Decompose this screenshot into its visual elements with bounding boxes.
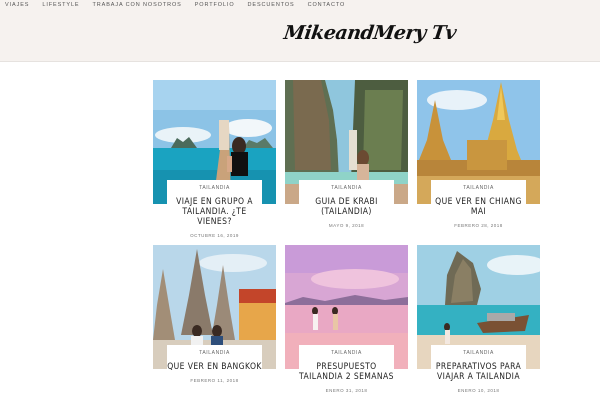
post-title[interactable]: PRESUPUESTO TAILANDIA 2 SEMANAS <box>299 362 394 382</box>
post-category[interactable]: TAILANDIA <box>299 350 394 356</box>
post-category[interactable]: TAILANDIA <box>431 185 526 191</box>
post-card[interactable]: TAILANDIA GUIA DE KRABI (TAILANDIA) MAYO… <box>285 80 408 230</box>
post-category[interactable]: TAILANDIA <box>299 185 394 191</box>
nav-item-trabaja-con-nosotros[interactable]: TRABAJA CON NOSOTROS <box>93 2 182 8</box>
post-category[interactable]: TAILANDIA <box>167 185 262 191</box>
post-date: OCTUBRE 16, 2019 <box>190 233 239 238</box>
nav-item-contacto[interactable]: CONTACTO <box>308 2 346 8</box>
post-date: ENERO 10, 2018 <box>457 388 500 393</box>
post-label: TAILANDIA QUE VER EN CHIANG MAI FEBRERO … <box>431 180 526 228</box>
post-title[interactable]: QUE VER EN BANGKOK <box>167 362 262 372</box>
post-category[interactable]: TAILANDIA <box>431 350 526 356</box>
site-logo[interactable]: MikeandMery Tv <box>282 22 457 44</box>
post-label: TAILANDIA PRESUPUESTO TAILANDIA 2 SEMANA… <box>299 345 394 393</box>
post-card[interactable]: TAILANDIA VIAJE EN GRUPO A TAILANDIA. ¿T… <box>153 80 276 238</box>
nav-item-portfolio[interactable]: PORTFOLIO <box>195 2 235 8</box>
post-label: TAILANDIA VIAJE EN GRUPO A TAILANDIA. ¿T… <box>167 180 262 238</box>
post-title[interactable]: GUIA DE KRABI (TAILANDIA) <box>299 197 394 217</box>
post-card[interactable]: TAILANDIA QUE VER EN BANGKOK FEBRERO 11,… <box>153 245 276 395</box>
post-label: TAILANDIA GUIA DE KRABI (TAILANDIA) MAYO… <box>299 180 394 228</box>
nav-item-viajes[interactable]: VIAJES <box>5 2 29 8</box>
site-header: VIAJES LIFESTYLE TRABAJA CON NOSOTROS PO… <box>0 0 600 62</box>
nav-item-descuentos[interactable]: DESCUENTOS <box>248 2 295 8</box>
post-title[interactable]: QUE VER EN CHIANG MAI <box>431 197 526 217</box>
post-date: ENERO 31, 2018 <box>325 388 368 393</box>
post-date: FEBRERO 28, 2018 <box>454 223 503 228</box>
post-date: MAYO 9, 2018 <box>328 223 365 228</box>
post-card[interactable]: TAILANDIA PRESUPUESTO TAILANDIA 2 SEMANA… <box>285 245 408 395</box>
post-title[interactable]: VIAJE EN GRUPO A TAILANDIA. ¿TE VIENES? <box>167 197 262 227</box>
post-label: TAILANDIA PREPARATIVOS PARA VIAJAR A TAI… <box>431 345 526 393</box>
post-title[interactable]: PREPARATIVOS PARA VIAJAR A TAILANDIA <box>431 362 526 382</box>
post-date: FEBRERO 11, 2018 <box>190 378 239 383</box>
post-label: TAILANDIA QUE VER EN BANGKOK FEBRERO 11,… <box>167 345 262 383</box>
post-category[interactable]: TAILANDIA <box>167 350 262 356</box>
main-nav: VIAJES LIFESTYLE TRABAJA CON NOSOTROS PO… <box>5 2 358 8</box>
nav-item-lifestyle[interactable]: LIFESTYLE <box>42 2 79 8</box>
post-card[interactable]: TAILANDIA PREPARATIVOS PARA VIAJAR A TAI… <box>417 245 540 395</box>
post-card[interactable]: TAILANDIA QUE VER EN CHIANG MAI FEBRERO … <box>417 80 540 230</box>
